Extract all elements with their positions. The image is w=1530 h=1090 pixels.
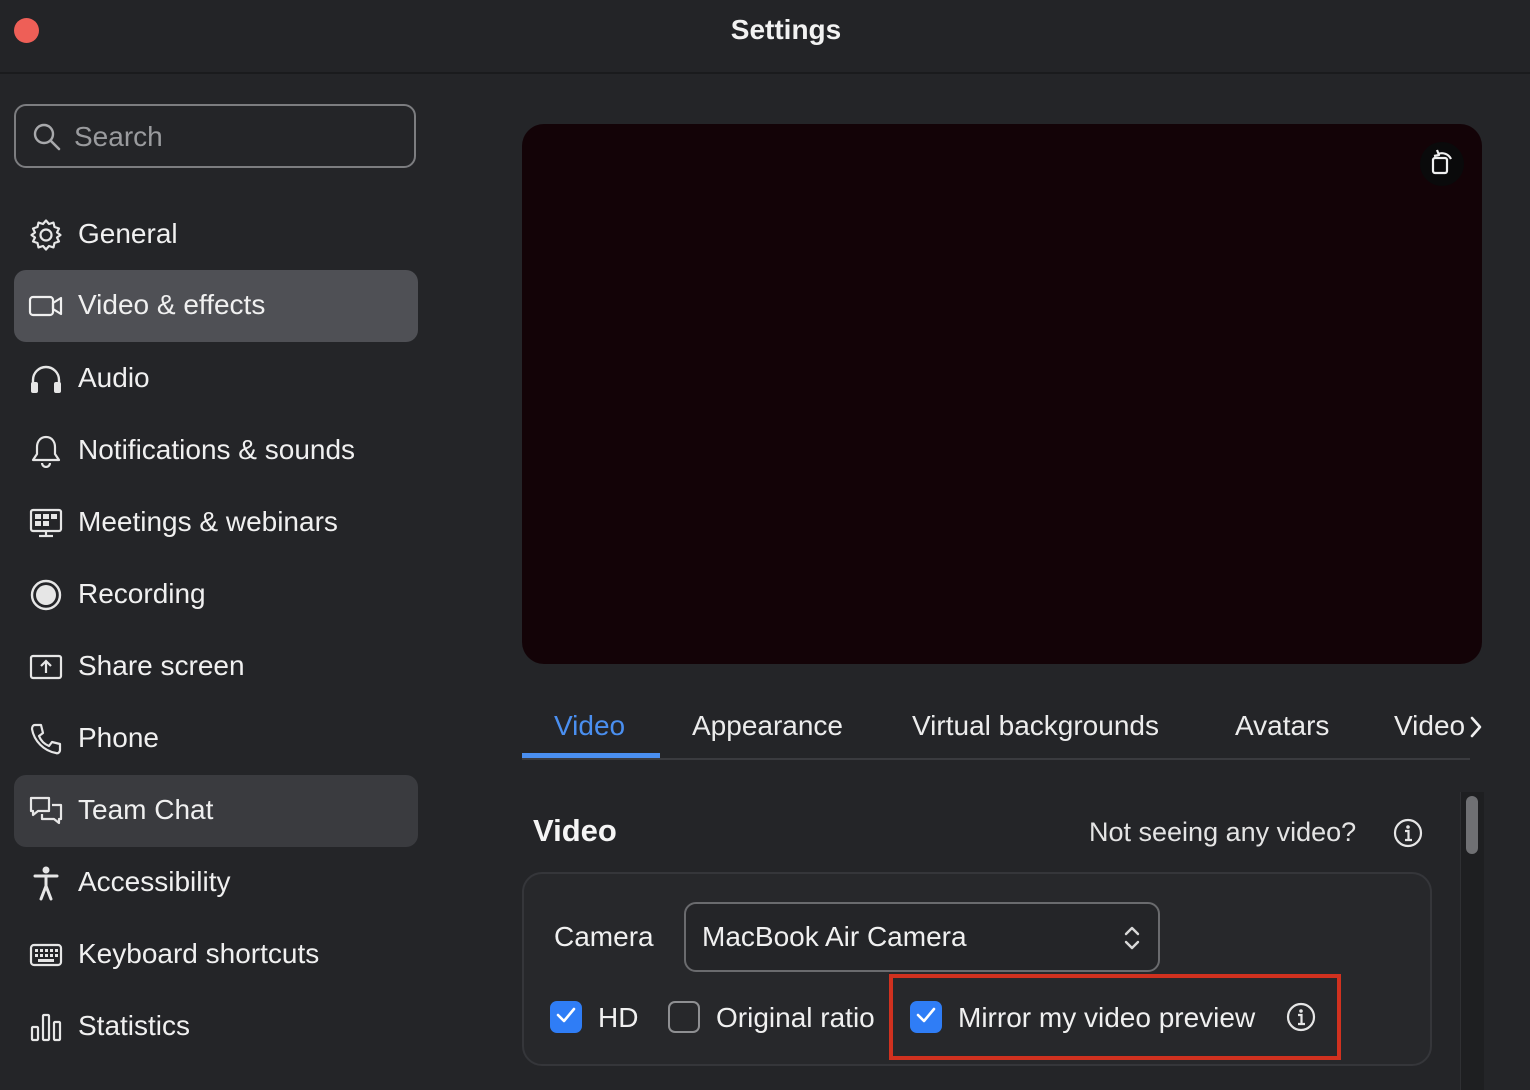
sidebar-item-label: Meetings & webinars [78,506,338,537]
sidebar-item-label: Team Chat [78,794,214,825]
hd-label[interactable]: HD [598,1002,638,1034]
tab-virtual-backgrounds[interactable]: Virtual backgrounds [912,710,1159,742]
sidebar-item-audio[interactable]: Audio [14,343,418,415]
sidebar-item-keyboard-shortcuts[interactable]: Keyboard shortcuts [14,919,418,991]
sidebar-item-notifications[interactable]: Notifications & sounds [14,415,418,487]
sidebar-item-statistics[interactable]: Statistics [14,991,418,1063]
video-tabs: Video Appearance Virtual backgrounds Ava… [522,700,1470,760]
tabs-next-button[interactable] [1466,714,1486,744]
checkmark-icon [555,1006,577,1029]
rotate-icon [1428,147,1456,182]
rotate-video-button[interactable] [1420,142,1464,186]
keyboard-icon [28,937,64,973]
tab-appearance[interactable]: Appearance [692,710,843,742]
active-tab-indicator [522,753,660,758]
search-input[interactable] [74,116,404,158]
chevron-right-icon [1469,715,1483,744]
sidebar-item-team-chat[interactable]: Team Chat [14,775,418,847]
sidebar-item-accessibility[interactable]: Accessibility [14,847,418,919]
sidebar-item-label: General [78,218,178,249]
sidebar-item-label: Accessibility [78,866,231,897]
share-screen-icon [28,649,64,685]
tab-video[interactable]: Video [554,710,625,742]
monitor-grid-icon [28,505,64,541]
sidebar-item-video-effects[interactable]: Video & effects [14,270,418,342]
sidebar-item-label: Keyboard shortcuts [78,938,320,969]
sidebar-item-general[interactable]: General [14,199,418,271]
original-ratio-checkbox[interactable] [668,1001,700,1033]
hd-checkbox[interactable] [550,1001,582,1033]
sidebar-item-recording[interactable]: Recording [14,559,418,631]
sidebar-item-label: Statistics [78,1010,191,1041]
sidebar-item-label: Audio [78,362,150,393]
sidebar-item-meetings[interactable]: Meetings & webinars [14,487,418,559]
sidebar-item-phone[interactable]: Phone [14,703,418,775]
phone-icon [28,721,64,757]
video-preview [522,124,1482,664]
bar-chart-icon [28,1009,64,1045]
title-bar: Settings [0,0,1530,74]
scrollbar-thumb[interactable] [1466,796,1478,854]
accessibility-icon [28,865,64,901]
record-icon [28,577,64,613]
section-title: Video [533,813,617,848]
search-box[interactable] [14,104,416,168]
chat-bubbles-icon [28,793,64,829]
not-seeing-video-link[interactable]: Not seeing any video? [1089,817,1356,848]
headphones-icon [28,361,64,397]
search-icon [33,123,61,151]
original-ratio-label[interactable]: Original ratio [716,1002,875,1034]
highlight-annotation [889,974,1341,1060]
camera-select[interactable]: MacBook Air Camera [684,902,1160,972]
sidebar-item-label: Phone [78,722,159,753]
sidebar-item-label: Share screen [78,650,245,681]
up-down-chevron-icon [1122,924,1142,957]
camera-select-value: MacBook Air Camera [702,921,967,952]
video-camera-icon [28,288,64,324]
tab-video-filters[interactable]: Video [1394,710,1465,742]
sidebar-item-label: Recording [78,578,206,609]
sidebar-item-label: Video & effects [78,289,266,320]
gear-icon [28,217,64,253]
tab-avatars[interactable]: Avatars [1235,710,1329,742]
window-title: Settings [730,14,842,45]
camera-label: Camera [554,921,654,952]
info-icon[interactable] [1393,818,1423,853]
bell-icon [28,433,64,469]
sidebar-item-share-screen[interactable]: Share screen [14,631,418,703]
sidebar-item-label: Notifications & sounds [78,434,356,465]
